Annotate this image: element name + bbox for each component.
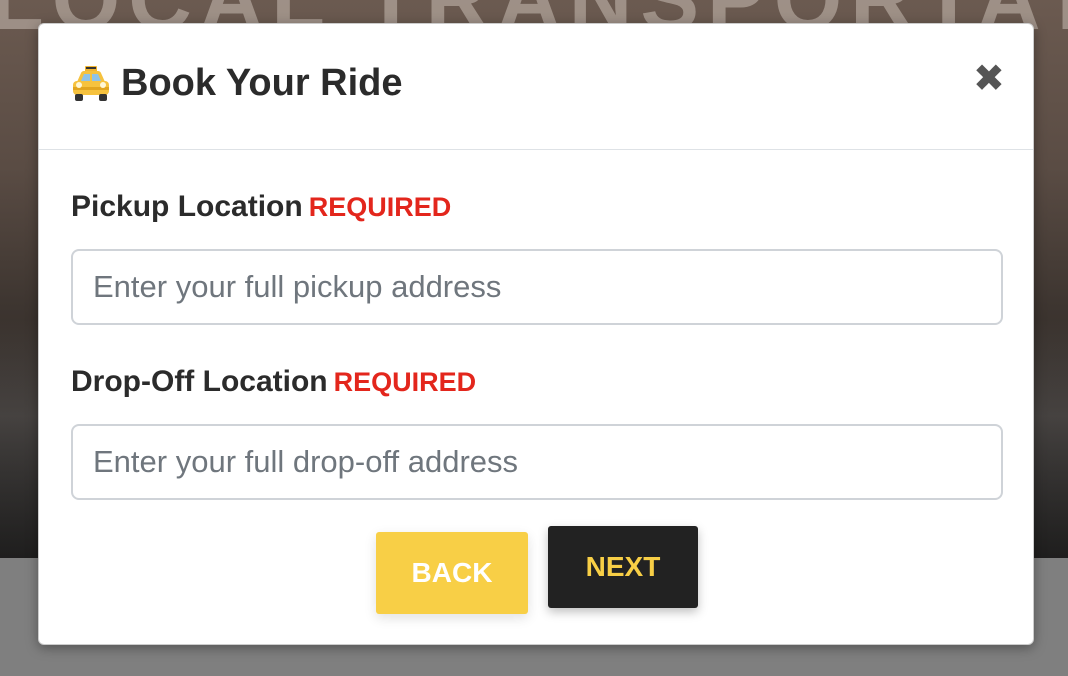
dropoff-address-input[interactable] <box>71 424 1003 500</box>
taxi-icon <box>73 65 109 101</box>
next-button[interactable]: NEXT <box>548 526 698 608</box>
dropoff-label-text: Drop-Off Location <box>71 365 328 398</box>
modal-title-text: Book Your Ride <box>121 62 403 104</box>
pickup-label-text: Pickup Location <box>71 190 303 223</box>
pickup-address-input[interactable] <box>71 249 1003 325</box>
pickup-label: Pickup Location REQUIRED <box>71 190 451 224</box>
booking-modal: Book Your Ride ✖ Pickup Location REQUIRED… <box>38 23 1034 645</box>
modal-header: Book Your Ride ✖ <box>39 24 1033 150</box>
pickup-required-badge: REQUIRED <box>308 192 452 222</box>
close-button[interactable]: ✖ <box>973 60 1005 98</box>
modal-title: Book Your Ride <box>69 62 403 105</box>
dropoff-required-badge: REQUIRED <box>333 367 477 397</box>
back-button[interactable]: BACK <box>376 532 528 614</box>
dropoff-label: Drop-Off Location REQUIRED <box>71 365 476 399</box>
close-icon: ✖ <box>973 58 1005 100</box>
